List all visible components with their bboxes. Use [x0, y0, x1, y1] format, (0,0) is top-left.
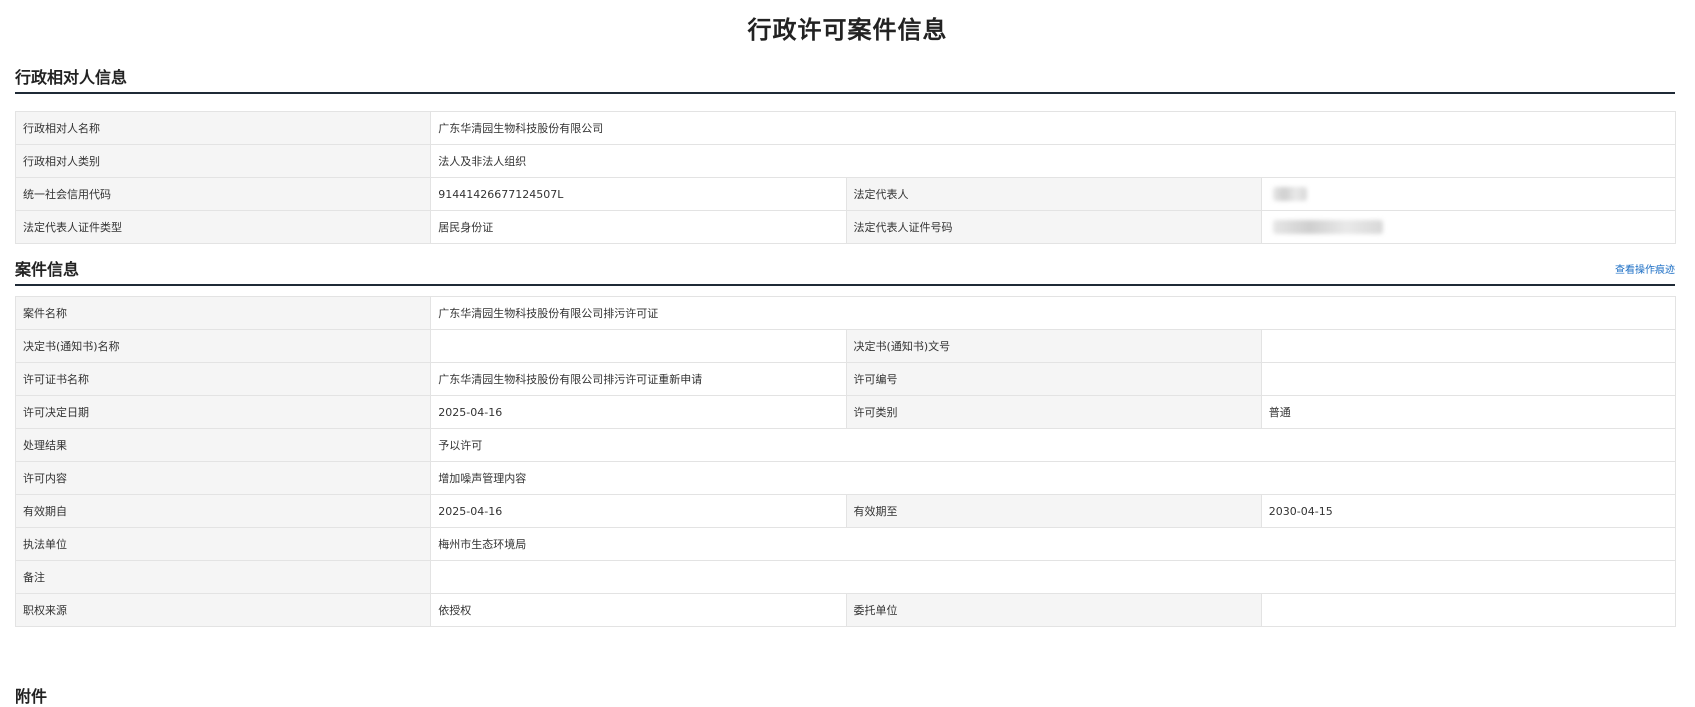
case-name-label: 案件名称 — [14, 296, 432, 330]
attachment-section-title: 附件 — [15, 687, 48, 706]
delegating-unit-value — [1260, 593, 1677, 627]
license-number-value — [1260, 362, 1677, 396]
table-row: 行政相对人类别 法人及非法人组织 — [14, 144, 1676, 178]
table-row: 统一社会信用代码 91441426677124507L 法定代表人 — [14, 177, 1677, 211]
authority-source-value: 依授权 — [430, 593, 847, 627]
legal-rep-label: 法定代表人 — [845, 177, 1262, 211]
table-row: 法定代表人证件类型 居民身份证 法定代表人证件号码 — [14, 210, 1677, 244]
legal-rep-id-type-label: 法定代表人证件类型 — [14, 210, 432, 244]
decision-doc-name-label: 决定书(通知书)名称 — [14, 329, 432, 363]
enforcement-unit-value: 梅州市生态环境局 — [430, 527, 1676, 561]
remarks-value — [430, 560, 1676, 594]
table-row: 行政相对人名称 广东华清园生物科技股份有限公司 — [14, 111, 1676, 145]
table-row: 决定书(通知书)名称 决定书(通知书)文号 — [14, 329, 1677, 363]
decision-date-label: 许可决定日期 — [14, 395, 432, 429]
redacted-legal-rep-name — [1272, 187, 1307, 201]
license-name-value: 广东华清园生物科技股份有限公司排污许可证重新申请 — [430, 362, 847, 396]
authority-source-label: 职权来源 — [14, 593, 432, 627]
table-row: 案件名称 广东华清园生物科技股份有限公司排污许可证 — [14, 296, 1676, 330]
legal-rep-value — [1260, 177, 1677, 211]
legal-rep-id-number-label: 法定代表人证件号码 — [845, 210, 1262, 244]
legal-rep-id-number-value — [1260, 210, 1677, 244]
decision-doc-number-label: 决定书(通知书)文号 — [845, 329, 1262, 363]
table-row: 有效期自 2025-04-16 有效期至 2030-04-15 — [14, 494, 1677, 528]
table-row: 处理结果 予以许可 — [14, 428, 1676, 462]
valid-from-value: 2025-04-16 — [430, 494, 847, 528]
view-operation-trace-link[interactable]: 查看操作痕迹 — [1615, 261, 1675, 276]
license-number-label: 许可编号 — [845, 362, 1262, 396]
license-name-label: 许可证书名称 — [14, 362, 432, 396]
valid-to-label: 有效期至 — [845, 494, 1262, 528]
delegating-unit-label: 委托单位 — [845, 593, 1262, 627]
case-section-title: 案件信息 — [15, 260, 80, 279]
valid-to-value: 2030-04-15 — [1260, 494, 1677, 528]
credit-code-label: 统一社会信用代码 — [14, 177, 432, 211]
remarks-label: 备注 — [14, 560, 432, 594]
result-label: 处理结果 — [14, 428, 432, 462]
page-title: 行政许可案件信息 — [747, 16, 948, 44]
license-category-value: 普通 — [1260, 395, 1677, 429]
table-row: 许可决定日期 2025-04-16 许可类别 普通 — [14, 395, 1677, 429]
decision-doc-number-value — [1260, 329, 1677, 363]
party-name-label: 行政相对人名称 — [14, 111, 432, 145]
decision-date-value: 2025-04-16 — [430, 395, 847, 429]
result-value: 予以许可 — [430, 428, 1676, 462]
legal-rep-id-type-value: 居民身份证 — [430, 210, 847, 244]
party-section-header: 行政相对人信息 — [15, 62, 1675, 94]
table-row: 许可证书名称 广东华清园生物科技股份有限公司排污许可证重新申请 许可编号 — [14, 362, 1677, 396]
party-name-value: 广东华清园生物科技股份有限公司 — [430, 111, 1676, 145]
license-content-value: 增加噪声管理内容 — [430, 461, 1676, 495]
table-row: 备注 — [14, 560, 1676, 594]
party-info-table: 行政相对人名称 广东华清园生物科技股份有限公司 行政相对人类别 法人及非法人组织… — [14, 111, 1677, 244]
credit-code-value: 91441426677124507L — [430, 177, 847, 211]
redacted-legal-rep-id — [1272, 220, 1383, 234]
license-content-label: 许可内容 — [14, 461, 432, 495]
case-info-table: 案件名称 广东华清园生物科技股份有限公司排污许可证 决定书(通知书)名称 决定书… — [14, 296, 1677, 627]
party-section-title: 行政相对人信息 — [15, 68, 128, 87]
enforcement-unit-label: 执法单位 — [14, 527, 432, 561]
decision-doc-name-value — [430, 329, 847, 363]
party-type-label: 行政相对人类别 — [14, 144, 432, 178]
case-section-header: 案件信息 查看操作痕迹 — [15, 254, 1675, 286]
table-row: 职权来源 依授权 委托单位 — [14, 593, 1677, 627]
case-name-value: 广东华清园生物科技股份有限公司排污许可证 — [430, 296, 1676, 330]
table-row: 许可内容 增加噪声管理内容 — [14, 461, 1676, 495]
table-row: 执法单位 梅州市生态环境局 — [14, 527, 1676, 561]
license-category-label: 许可类别 — [845, 395, 1262, 429]
valid-from-label: 有效期自 — [14, 494, 432, 528]
party-type-value: 法人及非法人组织 — [430, 144, 1676, 178]
